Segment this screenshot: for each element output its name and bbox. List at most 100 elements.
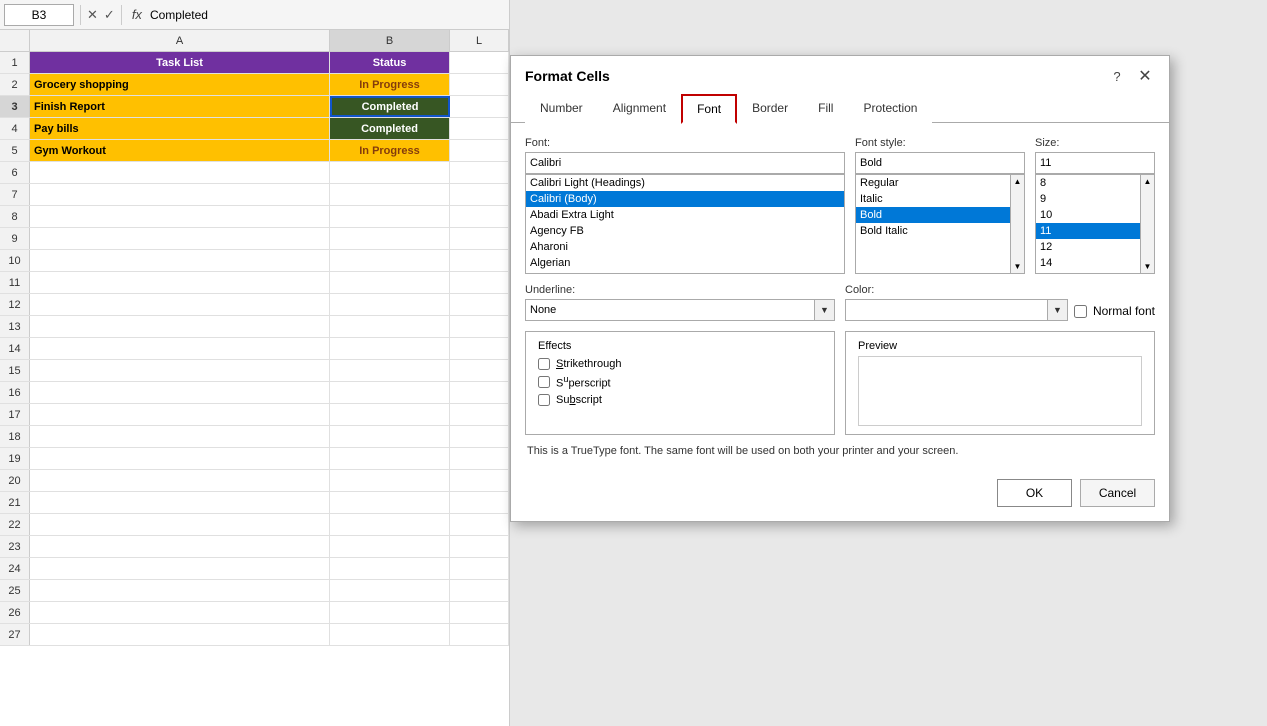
cell-a17[interactable] bbox=[30, 404, 330, 425]
cell-b15[interactable] bbox=[330, 360, 450, 381]
row-header-22[interactable]: 22 bbox=[0, 514, 30, 535]
cell-b16[interactable] bbox=[330, 382, 450, 403]
style-scroll-down[interactable]: ▼ bbox=[1014, 262, 1022, 271]
cell-l4[interactable] bbox=[450, 118, 509, 139]
list-item[interactable]: 8 bbox=[1036, 175, 1140, 191]
cell-b20[interactable] bbox=[330, 470, 450, 491]
col-header-a[interactable]: A bbox=[30, 30, 330, 51]
cell-a11[interactable] bbox=[30, 272, 330, 293]
cell-b24[interactable] bbox=[330, 558, 450, 579]
row-header-15[interactable]: 15 bbox=[0, 360, 30, 381]
row-header-21[interactable]: 21 bbox=[0, 492, 30, 513]
cell-reference-box[interactable]: B3 bbox=[4, 4, 74, 26]
row-header-9[interactable]: 9 bbox=[0, 228, 30, 249]
cell-a26[interactable] bbox=[30, 602, 330, 623]
cell-l10[interactable] bbox=[450, 250, 509, 271]
cell-a21[interactable] bbox=[30, 492, 330, 513]
cell-a16[interactable] bbox=[30, 382, 330, 403]
list-item[interactable]: 10 bbox=[1036, 207, 1140, 223]
size-scroll-down[interactable]: ▼ bbox=[1144, 262, 1152, 271]
col-header-l[interactable]: L bbox=[450, 30, 509, 51]
cell-b27[interactable] bbox=[330, 624, 450, 645]
cancel-button[interactable]: Cancel bbox=[1080, 479, 1155, 507]
cell-b6[interactable] bbox=[330, 162, 450, 183]
cell-b19[interactable] bbox=[330, 448, 450, 469]
close-button[interactable]: ✕ bbox=[1135, 66, 1155, 86]
strikethrough-checkbox[interactable] bbox=[538, 358, 550, 370]
cell-a23[interactable] bbox=[30, 536, 330, 557]
cell-a6[interactable] bbox=[30, 162, 330, 183]
row-header-23[interactable]: 23 bbox=[0, 536, 30, 557]
cell-b9[interactable] bbox=[330, 228, 450, 249]
cell-b23[interactable] bbox=[330, 536, 450, 557]
cell-a2[interactable]: Grocery shopping bbox=[30, 74, 330, 95]
cell-l13[interactable] bbox=[450, 316, 509, 337]
list-item[interactable]: Bold bbox=[856, 207, 1010, 223]
tab-alignment[interactable]: Alignment bbox=[598, 94, 681, 123]
cell-a4[interactable]: Pay bills bbox=[30, 118, 330, 139]
cell-l25[interactable] bbox=[450, 580, 509, 601]
row-header-16[interactable]: 16 bbox=[0, 382, 30, 403]
confirm-formula-icon[interactable]: ✓ bbox=[104, 7, 115, 23]
list-item[interactable]: Agency FB bbox=[526, 223, 844, 239]
cell-b1[interactable]: Status bbox=[330, 52, 450, 73]
style-input[interactable] bbox=[855, 152, 1025, 174]
subscript-checkbox[interactable] bbox=[538, 394, 550, 406]
list-item[interactable]: 12 bbox=[1036, 239, 1140, 255]
cell-l12[interactable] bbox=[450, 294, 509, 315]
cell-b21[interactable] bbox=[330, 492, 450, 513]
cell-l20[interactable] bbox=[450, 470, 509, 491]
font-list[interactable]: Calibri Light (Headings) Calibri (Body) … bbox=[525, 174, 845, 274]
cell-l17[interactable] bbox=[450, 404, 509, 425]
tab-protection[interactable]: Protection bbox=[848, 94, 932, 123]
cell-b22[interactable] bbox=[330, 514, 450, 535]
tab-border[interactable]: Border bbox=[737, 94, 803, 123]
cell-b8[interactable] bbox=[330, 206, 450, 227]
tab-font[interactable]: Font bbox=[681, 94, 737, 124]
row-header-26[interactable]: 26 bbox=[0, 602, 30, 623]
row-header-10[interactable]: 10 bbox=[0, 250, 30, 271]
cell-b4[interactable]: Completed bbox=[330, 118, 450, 139]
cell-b12[interactable] bbox=[330, 294, 450, 315]
row-header-14[interactable]: 14 bbox=[0, 338, 30, 359]
row-header-17[interactable]: 17 bbox=[0, 404, 30, 425]
row-header-6[interactable]: 6 bbox=[0, 162, 30, 183]
tab-fill[interactable]: Fill bbox=[803, 94, 848, 123]
cell-a12[interactable] bbox=[30, 294, 330, 315]
list-item[interactable]: Algerian bbox=[526, 255, 844, 271]
cell-a3[interactable]: Finish Report bbox=[30, 96, 330, 117]
cell-l26[interactable] bbox=[450, 602, 509, 623]
font-input[interactable] bbox=[525, 152, 845, 174]
row-header-3[interactable]: 3 bbox=[0, 96, 30, 117]
cell-a22[interactable] bbox=[30, 514, 330, 535]
cell-l18[interactable] bbox=[450, 426, 509, 447]
row-header-7[interactable]: 7 bbox=[0, 184, 30, 205]
cell-a7[interactable] bbox=[30, 184, 330, 205]
list-item[interactable]: Calibri Light (Headings) bbox=[526, 175, 844, 191]
row-header-4[interactable]: 4 bbox=[0, 118, 30, 139]
cell-a5[interactable]: Gym Workout bbox=[30, 140, 330, 161]
row-header-2[interactable]: 2 bbox=[0, 74, 30, 95]
style-scroll-up[interactable]: ▲ bbox=[1014, 177, 1022, 186]
cell-a8[interactable] bbox=[30, 206, 330, 227]
help-button[interactable]: ? bbox=[1107, 66, 1127, 86]
cell-a20[interactable] bbox=[30, 470, 330, 491]
row-header-24[interactable]: 24 bbox=[0, 558, 30, 579]
list-item[interactable]: 11 bbox=[1036, 223, 1140, 239]
cell-b18[interactable] bbox=[330, 426, 450, 447]
cell-l19[interactable] bbox=[450, 448, 509, 469]
underline-select[interactable]: None ▼ bbox=[525, 299, 835, 321]
cell-l16[interactable] bbox=[450, 382, 509, 403]
row-header-12[interactable]: 12 bbox=[0, 294, 30, 315]
row-header-1[interactable]: 1 bbox=[0, 52, 30, 73]
size-list[interactable]: 8 9 10 11 12 14 bbox=[1035, 174, 1141, 274]
size-input[interactable] bbox=[1035, 152, 1155, 174]
cell-a15[interactable] bbox=[30, 360, 330, 381]
cell-b5[interactable]: In Progress bbox=[330, 140, 450, 161]
cell-a24[interactable] bbox=[30, 558, 330, 579]
cell-l21[interactable] bbox=[450, 492, 509, 513]
cell-b10[interactable] bbox=[330, 250, 450, 271]
row-header-19[interactable]: 19 bbox=[0, 448, 30, 469]
row-header-25[interactable]: 25 bbox=[0, 580, 30, 601]
cell-b17[interactable] bbox=[330, 404, 450, 425]
